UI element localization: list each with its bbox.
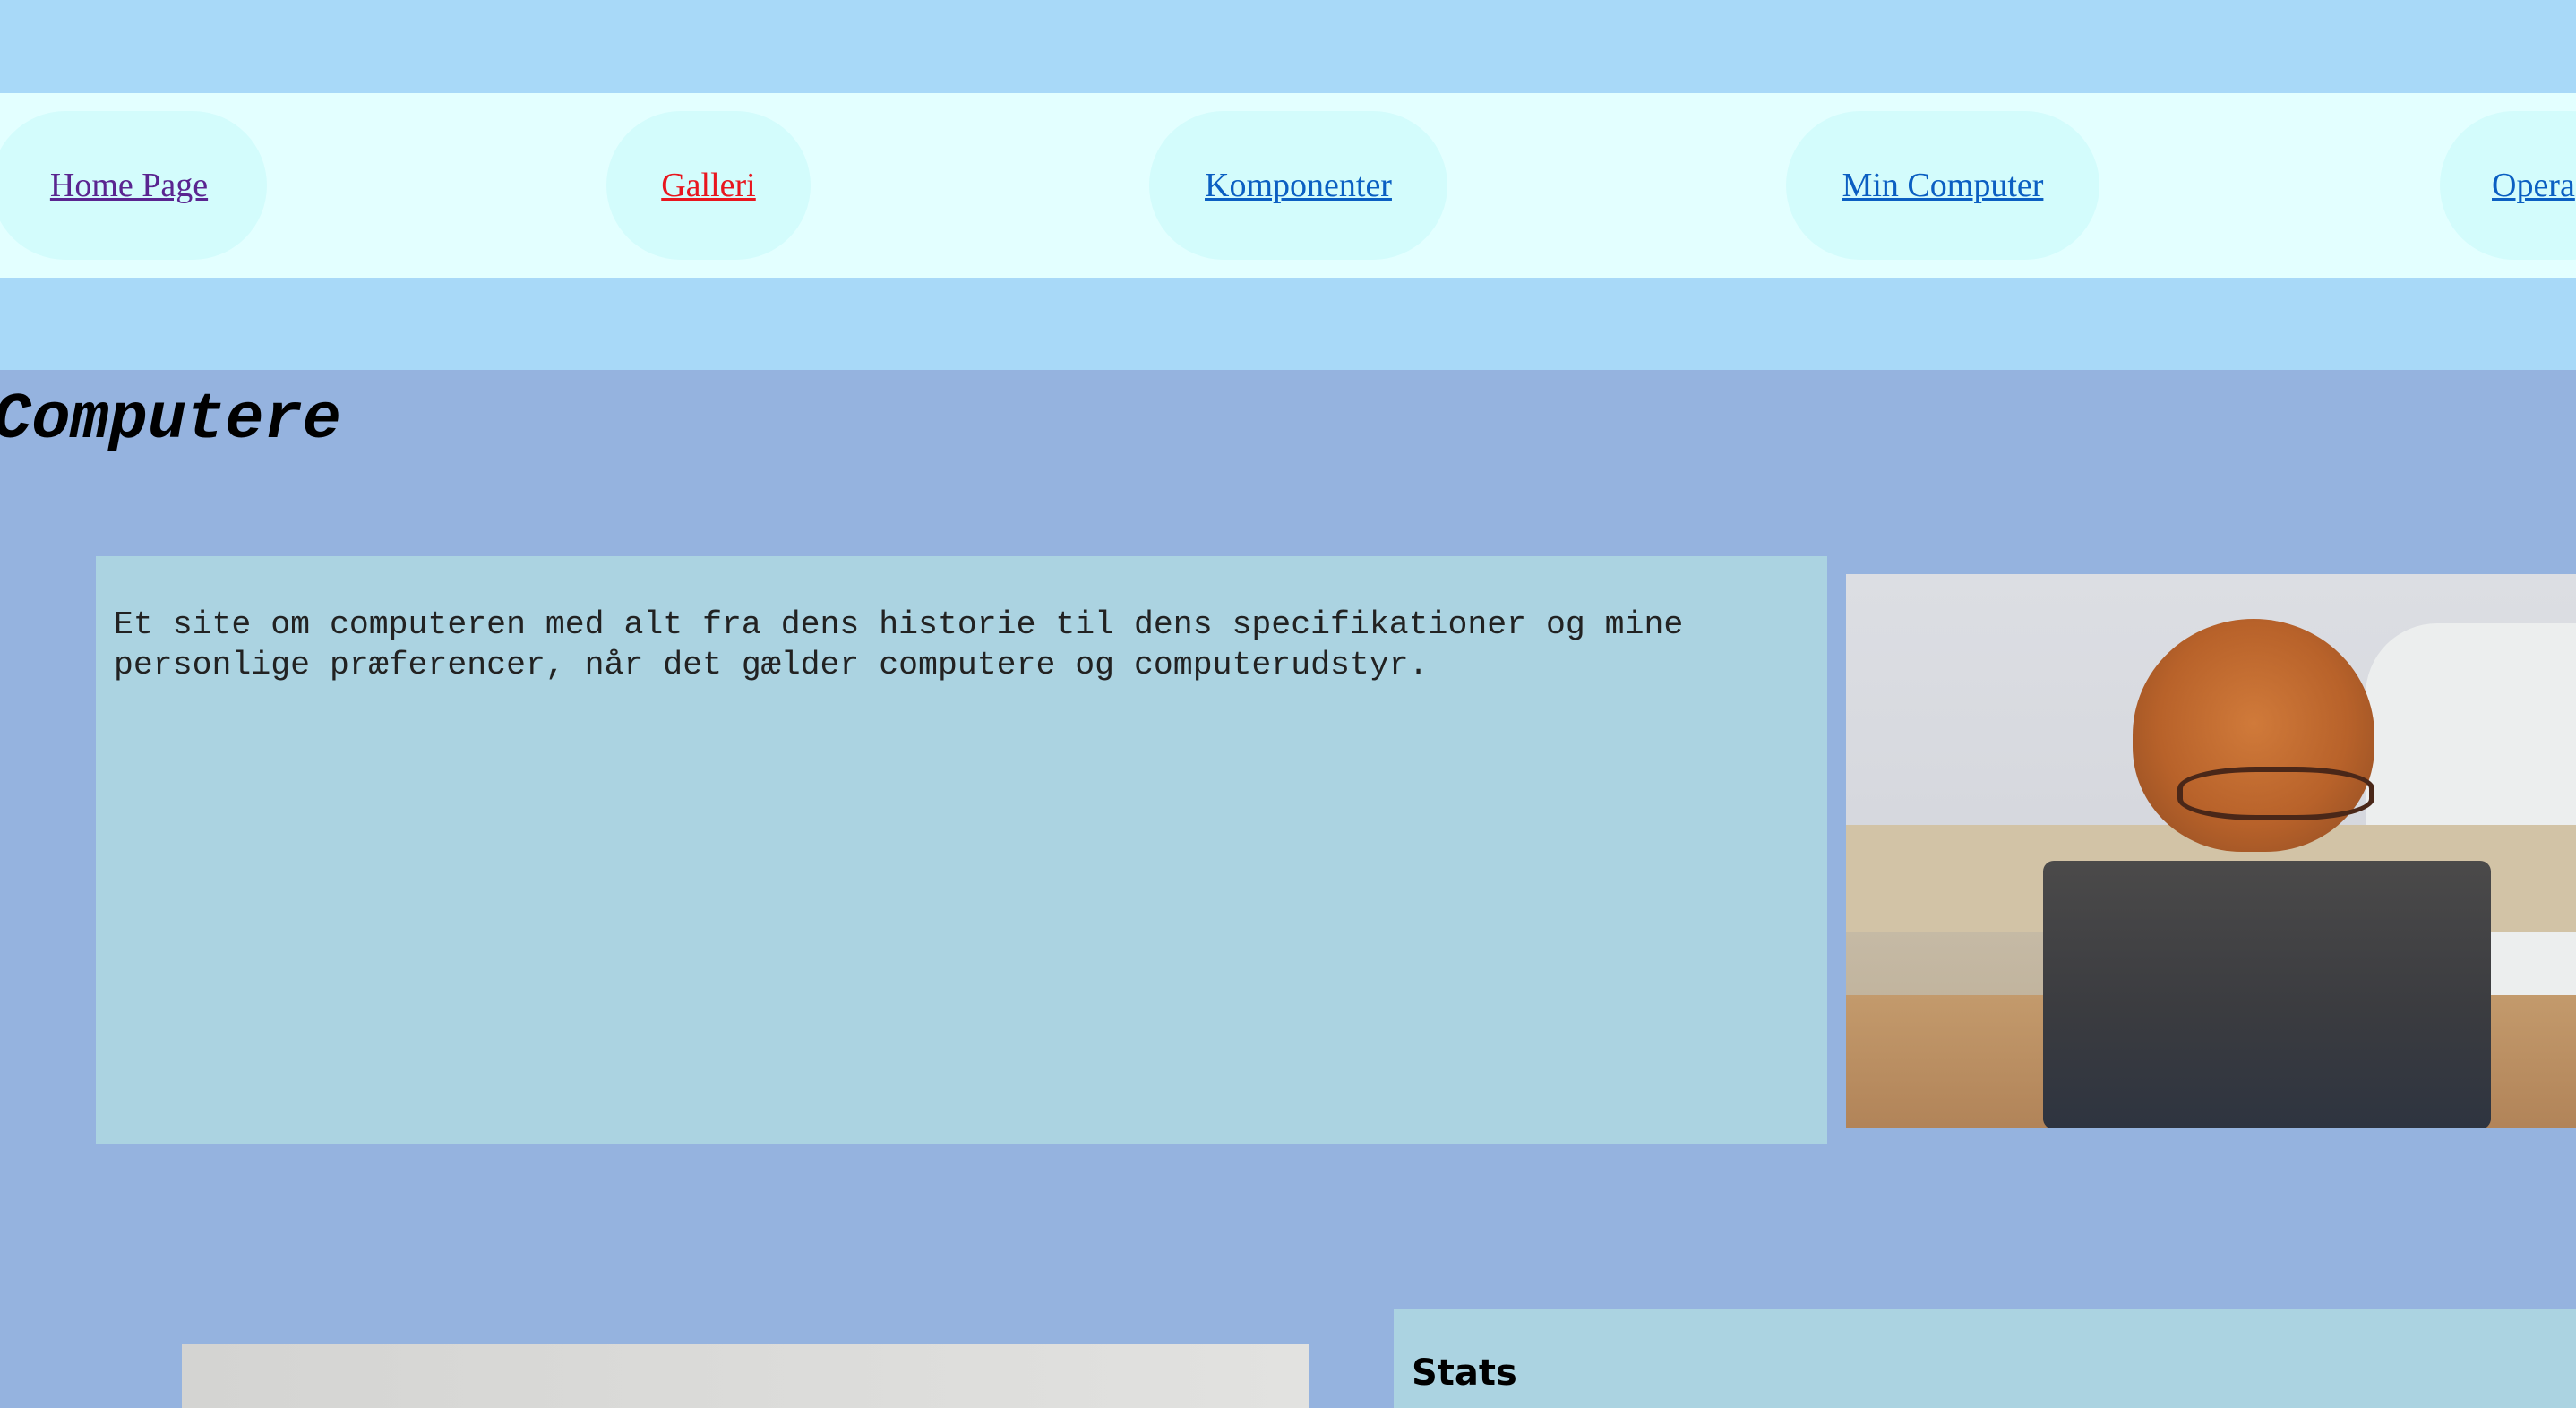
intro-box: Et site om computeren med alt fra dens h… bbox=[96, 556, 1827, 1144]
nav-link-galleri[interactable]: Galleri bbox=[606, 111, 811, 260]
intro-text: Et site om computeren med alt fra dens h… bbox=[114, 606, 1684, 683]
stats-box: Stats bbox=[1394, 1309, 2576, 1408]
nav-link-komponenter[interactable]: Komponenter bbox=[1149, 111, 1447, 260]
nav-link-min-computer[interactable]: Min Computer bbox=[1786, 111, 2099, 260]
photo-tablet-shape bbox=[2043, 861, 2491, 1128]
second-photo bbox=[182, 1344, 1309, 1408]
dog-with-tablet-photo bbox=[1846, 574, 2576, 1128]
stats-title: Stats bbox=[1412, 1352, 1517, 1394]
nav-link-opera[interactable]: Opera bbox=[2440, 111, 2576, 260]
nav-bar: Home Page Galleri Komponenter Min Comput… bbox=[0, 93, 2576, 278]
page-title: Computere bbox=[0, 383, 341, 457]
nav-link-home-page[interactable]: Home Page bbox=[0, 111, 267, 260]
photo-glasses-shape bbox=[2177, 767, 2374, 820]
